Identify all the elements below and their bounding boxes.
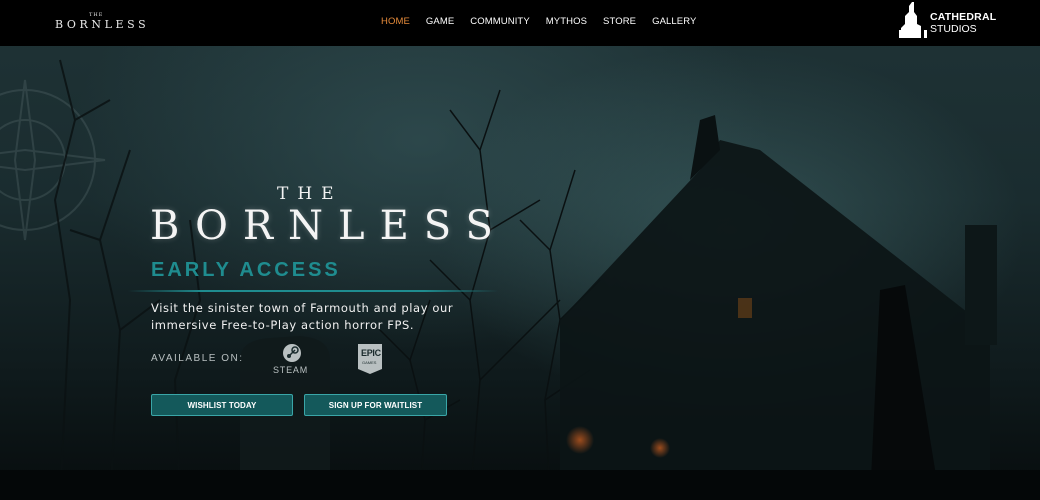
- hero-title-the: THE: [277, 184, 343, 204]
- studio-line2: STUDIOS: [930, 23, 977, 35]
- steam-icon: [283, 344, 301, 362]
- hero-description: Visit the sinister town of Farmouth and …: [151, 301, 454, 332]
- epic-text: EPIC: [361, 348, 381, 358]
- cathedral-studios-logo[interactable]: CATHEDRAL STUDIOS: [899, 2, 1009, 42]
- haunted-house-scene: [0, 59, 1040, 500]
- nav-mythos[interactable]: MYTHOS: [546, 16, 587, 27]
- steam-platform-link[interactable]: STEAM: [270, 343, 314, 377]
- hero-background: [0, 0, 1040, 500]
- games-text: GAMES: [362, 360, 377, 365]
- cathedral-icon: [899, 2, 927, 38]
- nav-community[interactable]: COMMUNITY: [470, 16, 529, 27]
- early-access-heading: EARLY ACCESS: [151, 259, 341, 281]
- nav-gallery[interactable]: GALLERY: [652, 16, 696, 27]
- divider-line: [128, 290, 498, 292]
- steam-label: STEAM: [273, 365, 309, 375]
- nav-store[interactable]: STORE: [603, 16, 636, 27]
- wishlist-button[interactable]: WISHLIST TODAY: [151, 394, 293, 416]
- nav-home[interactable]: HOME: [381, 16, 410, 27]
- studio-line1: CATHEDRAL: [930, 11, 997, 23]
- logo-word-text: BORNLESS: [55, 18, 150, 31]
- hero-title: BORNLESS: [150, 203, 508, 249]
- main-menu: HOME GAME COMMUNITY MYTHOS STORE GALLERY: [381, 16, 712, 27]
- bornless-logo[interactable]: THE BORNLESS: [55, 12, 146, 34]
- epic-games-platform-link[interactable]: EPIC GAMES: [357, 343, 383, 375]
- waitlist-button[interactable]: SIGN UP FOR WAITLIST: [304, 394, 447, 416]
- nav-game[interactable]: GAME: [426, 16, 454, 27]
- available-on-label: AVAILABLE ON:: [151, 353, 244, 364]
- top-nav: THE BORNLESS HOME GAME COMMUNITY MYTHOS …: [0, 0, 1040, 46]
- studio-text: CATHEDRAL STUDIOS: [930, 11, 996, 35]
